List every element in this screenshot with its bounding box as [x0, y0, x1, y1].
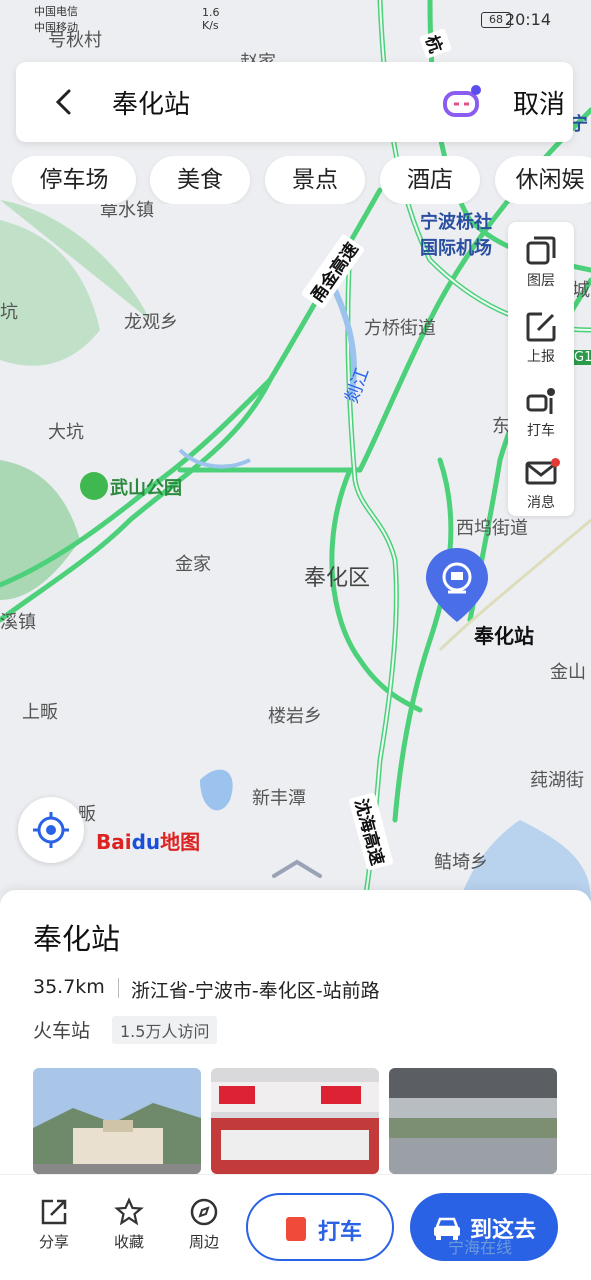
place-photo[interactable] [389, 1068, 557, 1174]
map-label: 奉化区 [304, 566, 371, 591]
back-arrow-icon[interactable] [50, 88, 78, 116]
taxi-icon [526, 388, 555, 414]
station-sign-image [211, 1068, 379, 1174]
star-icon [114, 1197, 144, 1226]
nearby-button[interactable]: 周边 [174, 1197, 234, 1252]
map-label: 楼岩乡 [268, 706, 322, 727]
park-pin-icon[interactable] [80, 472, 108, 500]
action-bar: 分享 收藏 周边 打车 到这去 [0, 1174, 591, 1280]
watermark: 宁海在线 [448, 1238, 513, 1257]
assistant-icon[interactable] [442, 84, 482, 120]
visit-count-badge: 1.5万人访问 [112, 1016, 218, 1044]
clock: 20:14 [504, 10, 551, 29]
map-label: 上畈 [22, 702, 58, 723]
platform-image [389, 1068, 557, 1174]
chevron-up-icon[interactable] [270, 858, 324, 880]
taxi-tool-button[interactable]: 打车 [508, 376, 574, 446]
locate-me-button[interactable] [18, 797, 84, 863]
cancel-button[interactable]: 取消 [513, 84, 565, 121]
place-distance: 35.7km [33, 976, 105, 998]
station-pin[interactable] [424, 546, 490, 626]
messages-button[interactable]: 消息 [508, 448, 574, 518]
search-bar[interactable]: 奉化站 取消 [16, 62, 573, 142]
map-label: 金山 [550, 662, 586, 683]
chip-food[interactable]: 美食 [150, 156, 250, 204]
chip-hotels[interactable]: 酒店 [380, 156, 480, 204]
favorite-button[interactable]: 收藏 [99, 1197, 159, 1252]
map-label: 龙观乡 [124, 312, 178, 333]
highway-shield: G1 [572, 350, 591, 365]
chip-leisure[interactable]: 休闲娱 [495, 156, 591, 204]
map-label: 方桥街道 [364, 318, 436, 339]
layers-button[interactable]: 图层 [508, 226, 574, 296]
place-address: 浙江省-宁波市-奉化区-站前路 [131, 980, 380, 1002]
taxi-coupon-icon [286, 1217, 306, 1241]
map-label: 新丰潭 [252, 788, 306, 809]
pin-label[interactable]: 奉化站 [474, 620, 534, 649]
baidu-map-logo: Baidu地图 [96, 830, 201, 854]
map-label: 城 [572, 280, 590, 301]
carrier-info: 中国电信 中国移动 [34, 5, 78, 34]
map-label: 大坑 [48, 422, 84, 443]
place-category: 火车站 [33, 1020, 91, 1042]
category-chips: 停车场 美食 景点 酒店 休闲娱 [12, 156, 591, 204]
map-label[interactable]: 武山公园 [110, 474, 182, 500]
compass-icon [190, 1198, 218, 1226]
map-label: 国际机场 [420, 238, 492, 259]
report-button[interactable]: 上报 [508, 302, 574, 372]
report-icon [526, 312, 556, 342]
chip-attractions[interactable]: 景点 [265, 156, 365, 204]
taxi-button[interactable]: 打车 [246, 1193, 394, 1261]
layers-icon [526, 236, 556, 265]
map-label: 宁波栎社 [420, 212, 492, 233]
unread-dot [551, 458, 560, 467]
chip-parking[interactable]: 停车场 [12, 156, 136, 204]
divider [118, 978, 119, 998]
share-icon [41, 1199, 67, 1225]
map-label: 莼湖街 [530, 770, 584, 791]
map-toolbox: 图层 上报 打车 消息 [508, 222, 574, 516]
share-button[interactable]: 分享 [24, 1197, 84, 1252]
network-speed: 1.6 K/s [202, 6, 220, 32]
map-label: 坑 [0, 302, 18, 323]
crosshair-icon [33, 812, 69, 848]
map-label: 鲒埼乡 [434, 852, 488, 873]
place-photo[interactable] [211, 1068, 379, 1174]
map-label: 金家 [175, 554, 211, 575]
train-station-pin-icon [426, 548, 488, 622]
map-label: 溪镇 [0, 612, 36, 633]
place-title: 奉化站 [33, 922, 121, 956]
status-bar: 中国电信 中国移动 1.6 K/s 68 20:14 [0, 0, 591, 40]
station-photo-image [33, 1068, 201, 1174]
place-photo[interactable] [33, 1068, 201, 1174]
search-query[interactable]: 奉化站 [112, 84, 190, 121]
